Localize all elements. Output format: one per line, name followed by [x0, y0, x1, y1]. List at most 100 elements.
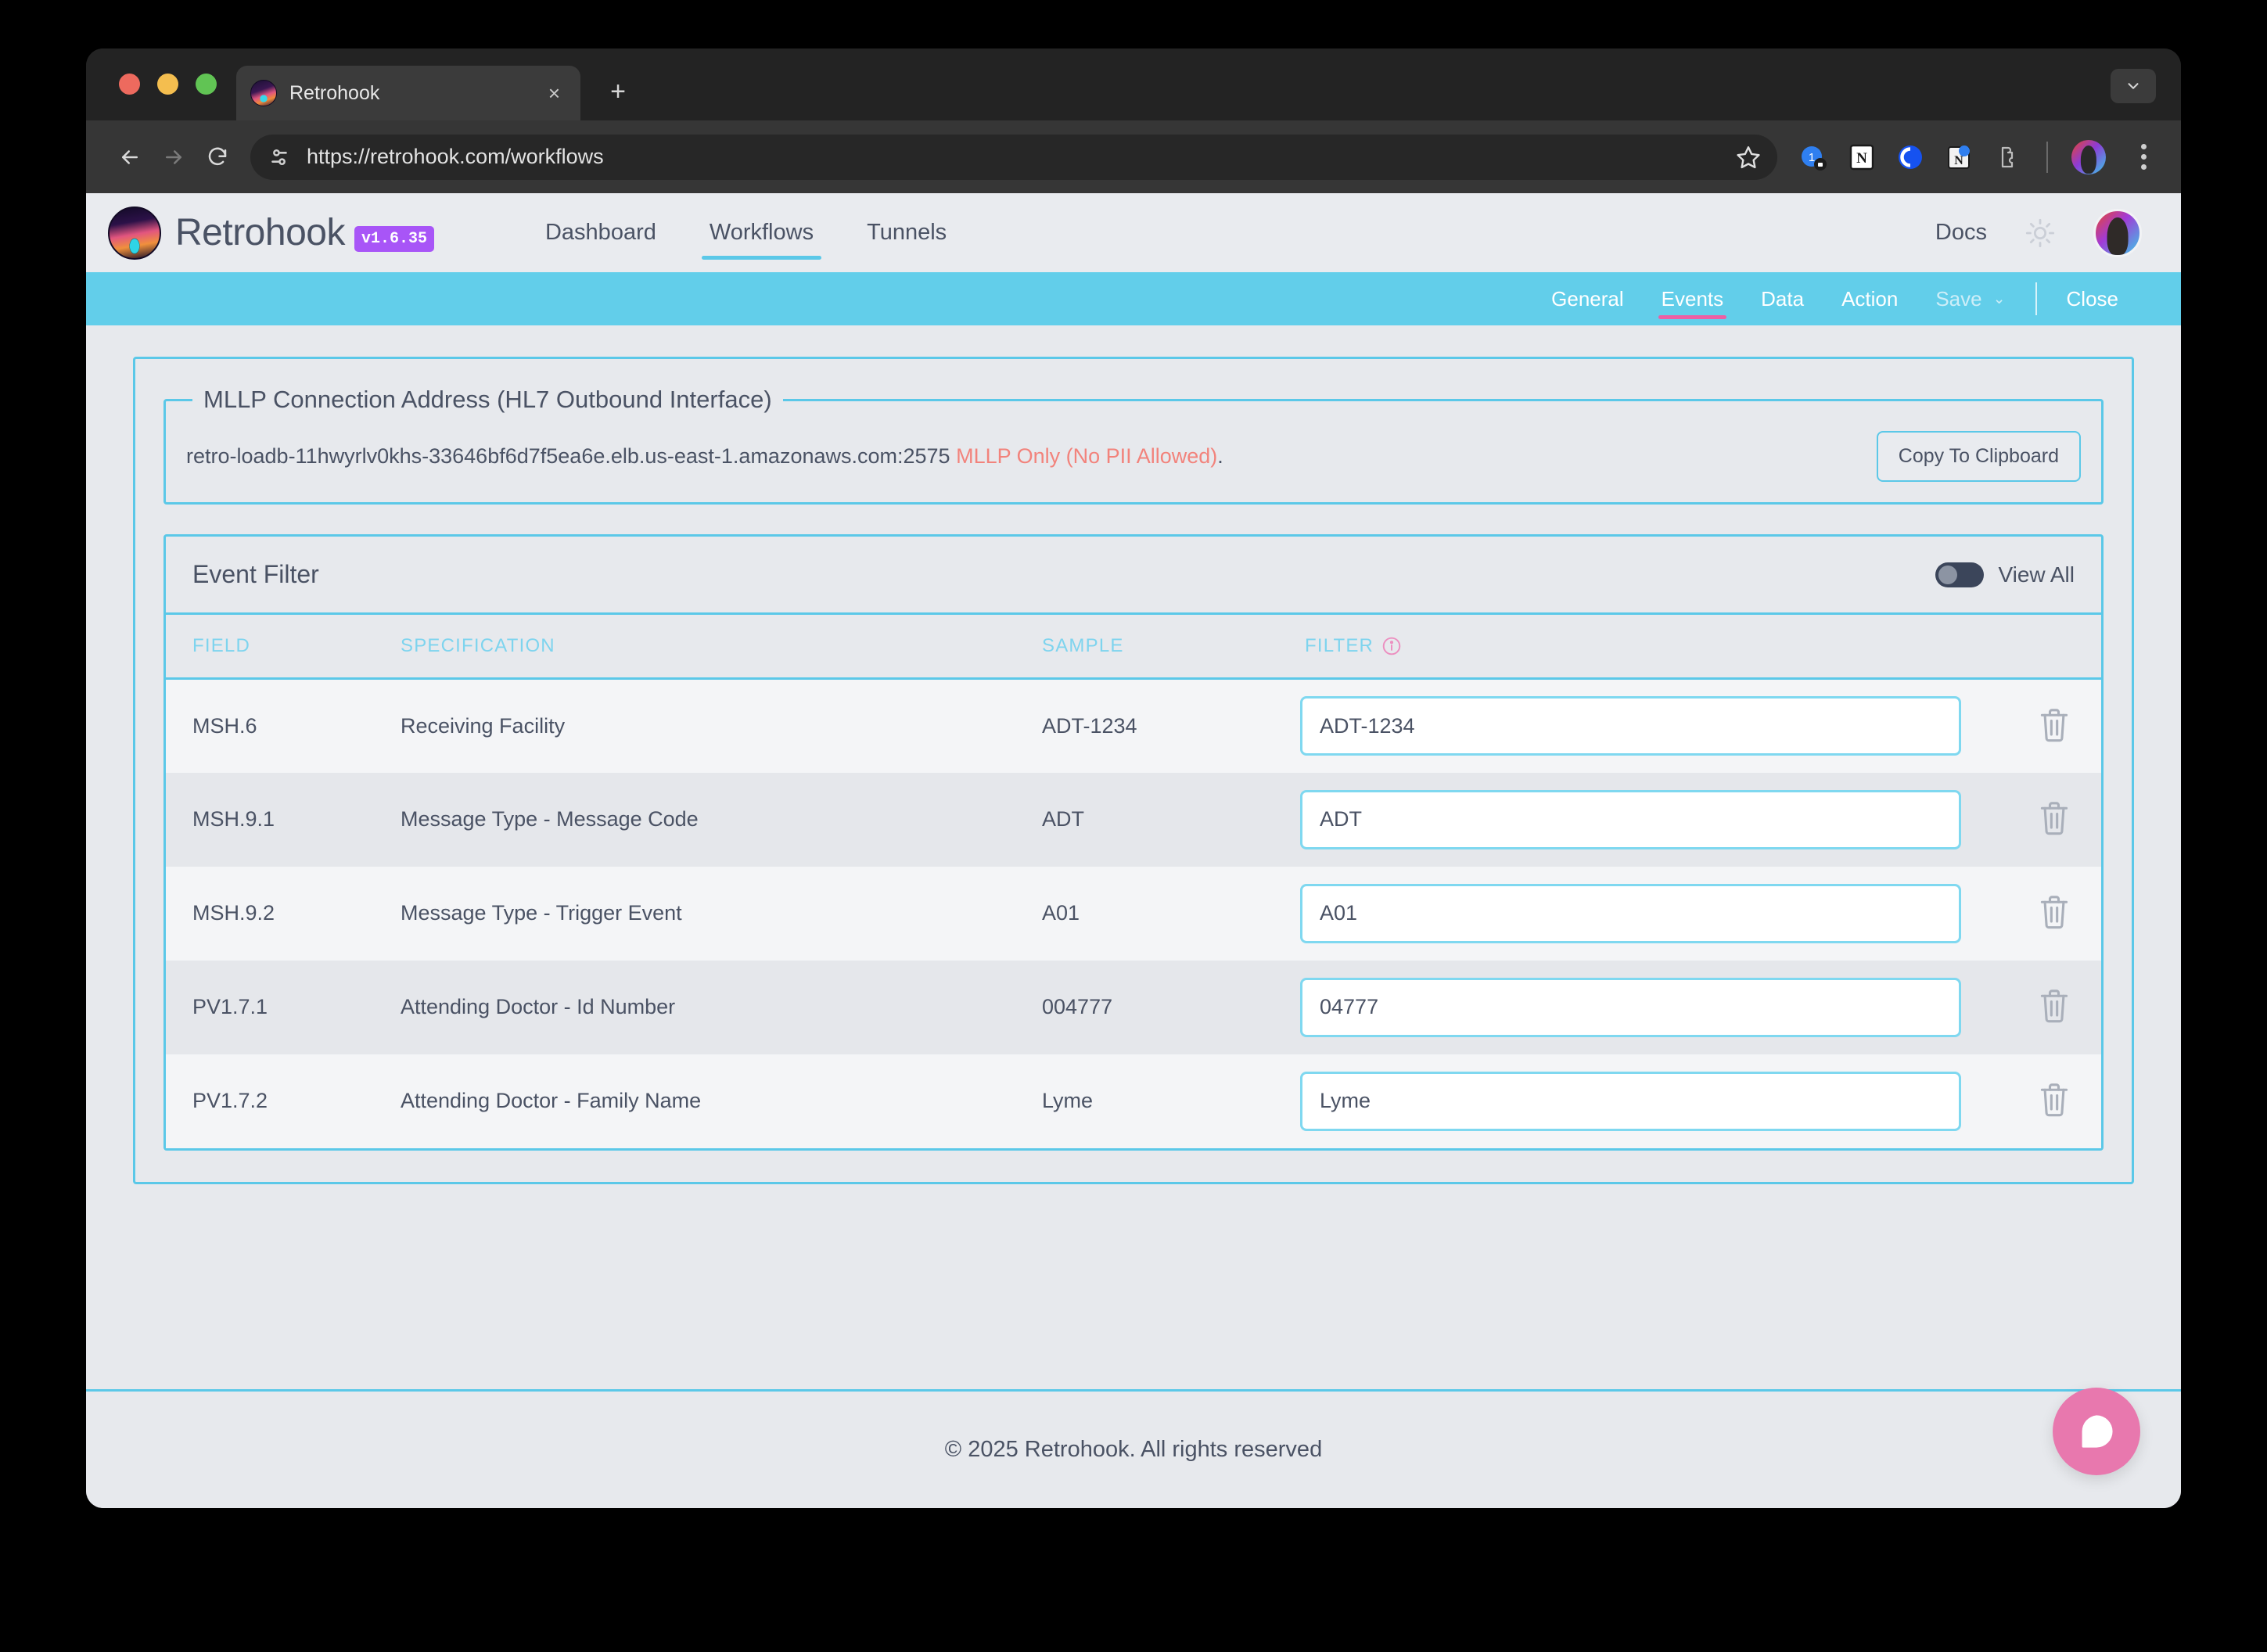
delete-row-button[interactable]: [2032, 982, 2076, 1031]
minimize-window-button[interactable]: [157, 74, 178, 95]
column-header-filter-label: FILTER: [1305, 635, 1374, 656]
user-avatar[interactable]: [2093, 208, 2142, 257]
tab-action[interactable]: Action: [1823, 272, 1917, 325]
filter-input[interactable]: [1300, 696, 1961, 756]
notion-extension-icon[interactable]: N: [1846, 142, 1877, 173]
delete-row-button[interactable]: [2032, 795, 2076, 843]
main-nav: Dashboard Workflows Tunnels: [519, 193, 973, 272]
retrohook-logo-icon: [250, 80, 277, 106]
address-bar[interactable]: https://retrohook.com/workflows: [250, 134, 1777, 180]
site-settings-icon[interactable]: [266, 144, 293, 171]
tab-general[interactable]: General: [1532, 272, 1643, 325]
mllp-warning-text: MLLP Only (No PII Allowed): [956, 444, 1218, 468]
table-body: MSH.6 Receiving Facility ADT-1234 ADT-12…: [166, 678, 2101, 1148]
delete-row-button[interactable]: [2032, 889, 2076, 937]
save-button[interactable]: Save ⌄: [1917, 272, 2024, 325]
browser-window: Retrohook × + https://retrohook.com/work…: [86, 48, 2181, 1508]
event-filter-table: FIELD SPECIFICATION SAMPLE FILTER MSH.6 …: [166, 615, 2101, 1148]
cell-specification: Receiving Facility: [401, 713, 566, 738]
table-header: FIELD SPECIFICATION SAMPLE FILTER: [166, 615, 2101, 680]
table-row: MSH.6 Receiving Facility ADT-1234: [166, 678, 2101, 773]
cell-sample: ADT-1234: [1042, 713, 1137, 738]
page-footer: © 2025 Retrohook. All rights reserved: [86, 1389, 2181, 1508]
cell-sample: Lyme: [1042, 1089, 1094, 1112]
url-text: https://retrohook.com/workflows: [307, 145, 604, 168]
cell-filter: [1300, 867, 2007, 961]
close-window-button[interactable]: [119, 74, 140, 95]
brand-name: Retrohook: [175, 212, 345, 253]
save-label: Save: [1935, 286, 1982, 311]
coinbase-extension-icon[interactable]: [1895, 142, 1926, 173]
cell-specification: Attending Doctor - Id Number: [401, 995, 676, 1018]
cell-specification: Message Type - Trigger Event: [401, 901, 682, 925]
column-header-filter: FILTER: [1300, 615, 2007, 680]
mllp-connection-panel: MLLP Connection Address (HL7 Outbound In…: [163, 386, 2104, 505]
bookmark-star-icon[interactable]: [1735, 144, 1762, 171]
column-header-field: FIELD: [166, 615, 401, 680]
window-traffic-lights: [119, 74, 217, 95]
event-filter-panel: Event Filter View All FIELD SPECIFICATIO…: [163, 534, 2104, 1151]
cell-field: MSH.9.1: [192, 807, 275, 831]
svg-text:N: N: [1954, 154, 1963, 167]
new-tab-button[interactable]: +: [602, 78, 634, 105]
cell-delete: [2007, 867, 2101, 961]
cell-field: PV1.7.2: [192, 1089, 268, 1112]
notion-web-clipper-icon[interactable]: N: [1943, 142, 1974, 173]
chevron-down-icon: ⌄: [1992, 290, 2006, 307]
view-all-toggle-switch[interactable]: [1935, 562, 1985, 587]
docs-link[interactable]: Docs: [1935, 220, 1987, 246]
table-row: PV1.7.2 Attending Doctor - Family Name L…: [166, 1054, 2101, 1148]
view-all-label: View All: [1998, 562, 2075, 587]
cell-delete: [2007, 961, 2101, 1054]
cell-field: MSH.9.2: [192, 901, 275, 925]
three-dot-menu-icon[interactable]: [2128, 144, 2159, 170]
close-button[interactable]: Close: [2048, 272, 2137, 325]
mllp-period: .: [1217, 444, 1223, 468]
cell-delete: [2007, 1054, 2101, 1148]
cell-field: MSH.6: [192, 713, 257, 738]
view-all-toggle-control[interactable]: View All: [1935, 562, 2075, 587]
browser-tab[interactable]: Retrohook ×: [236, 66, 580, 120]
onepassword-extension-icon[interactable]: 1: [1798, 142, 1829, 173]
filter-input[interactable]: [1300, 1071, 1961, 1131]
chat-bubble-button[interactable]: [2053, 1388, 2140, 1475]
cell-sample: 004777: [1042, 995, 1113, 1018]
content-area: MLLP Connection Address (HL7 Outbound In…: [86, 325, 2181, 1184]
tab-list-chevron-icon[interactable]: [2111, 69, 2156, 103]
copy-to-clipboard-button[interactable]: Copy To Clipboard: [1876, 431, 2081, 482]
tab-data[interactable]: Data: [1742, 272, 1823, 325]
close-icon[interactable]: ×: [542, 80, 566, 106]
maximize-window-button[interactable]: [196, 74, 217, 95]
svg-text:N: N: [1856, 150, 1867, 167]
table-header-row: FIELD SPECIFICATION SAMPLE FILTER: [166, 615, 2101, 680]
table-row: MSH.9.2 Message Type - Trigger Event A01: [166, 866, 2101, 961]
forward-arrow-icon[interactable]: [152, 135, 196, 179]
filter-input[interactable]: [1300, 789, 1961, 849]
column-header-specification: SPECIFICATION: [401, 615, 1042, 680]
cell-delete: [2007, 773, 2101, 867]
browser-tab-strip: Retrohook × +: [86, 48, 2181, 120]
nav-tab-workflows[interactable]: Workflows: [683, 193, 840, 272]
puzzle-extensions-icon[interactable]: [1992, 142, 2023, 173]
footer-copyright-text: © 2025 Retrohook. All rights reserved: [944, 1437, 1323, 1462]
cell-sample: A01: [1042, 901, 1080, 925]
retrohook-logo-icon: [108, 206, 161, 260]
delete-row-button[interactable]: [2032, 1076, 2076, 1125]
back-arrow-icon[interactable]: [108, 135, 152, 179]
reload-icon[interactable]: [196, 135, 239, 179]
sun-icon[interactable]: [2024, 217, 2056, 249]
filter-input[interactable]: [1300, 883, 1961, 943]
page-viewport: Retrohook v1.6.35 Dashboard Workflows Tu…: [86, 193, 2181, 1508]
delete-row-button[interactable]: [2032, 702, 2076, 750]
nav-tab-dashboard[interactable]: Dashboard: [519, 193, 683, 272]
toolbar-divider: [2035, 282, 2037, 315]
info-icon[interactable]: [1381, 636, 1402, 656]
brand[interactable]: Retrohook v1.6.35: [108, 206, 434, 260]
browser-tab-title: Retrohook: [289, 81, 380, 104]
mllp-panel-body: retro-loadb-11hwyrlv0khs-33646bf6d7f5ea6…: [186, 414, 2081, 482]
nav-tab-tunnels[interactable]: Tunnels: [840, 193, 973, 272]
browser-toolbar: https://retrohook.com/workflows 1 N N: [86, 120, 2181, 193]
profile-avatar[interactable]: [2071, 139, 2106, 174]
filter-input[interactable]: [1300, 977, 1961, 1037]
tab-events[interactable]: Events: [1643, 272, 1743, 325]
